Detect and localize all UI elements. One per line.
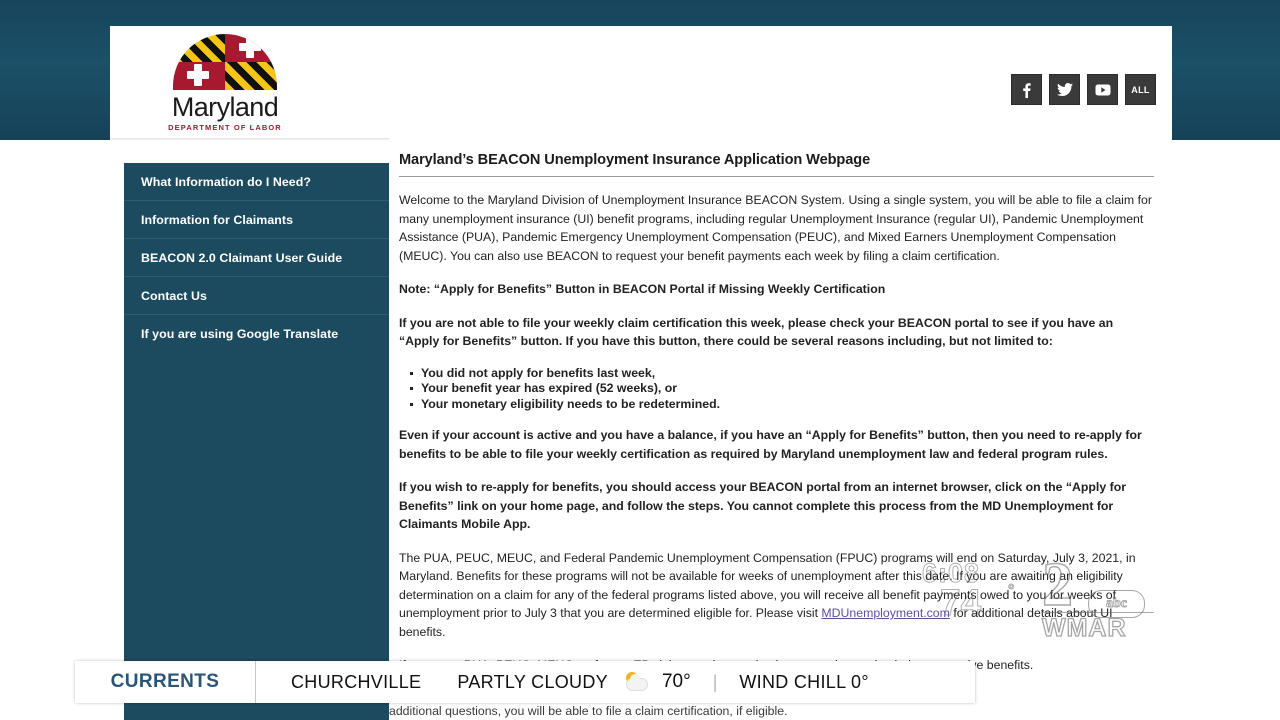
news-ticker: CURRENTS CHURCHVILLE PARTLY CLOUDY 70° |… [75, 661, 975, 703]
sidebar-item-label: Contact Us [141, 288, 207, 303]
webpage-container: Maryland DEPARTMENT OF LABOR ALL What In… [110, 26, 1172, 720]
ticker-brand-label: CURRENTS [75, 661, 256, 703]
reason-list: You did not apply for benefits last week… [399, 366, 1154, 413]
ticker-city: CHURCHVILLE [291, 671, 422, 692]
main-content: Maryland’s BEACON Unemployment Insurance… [389, 138, 1172, 720]
list-item: Your benefit year has expired (52 weeks)… [410, 381, 1154, 397]
sidebar-item-label: Information for Claimants [141, 212, 294, 227]
sidebar-item-beacon-user-guide[interactable]: BEACON 2.0 Claimant User Guide [124, 239, 389, 277]
ticker-separator: | [712, 671, 718, 692]
sidebar-item-label: If you are using Google Translate [141, 326, 339, 341]
ticker-condition: PARTLY CLOUDY [457, 671, 608, 692]
program-end-paragraph: The PUA, PEUC, MEUC, and Federal Pandemi… [399, 549, 1154, 642]
sidebar-item-information-for-claimants[interactable]: Information for Claimants [124, 201, 389, 239]
logo-wordmark: Maryland [171, 92, 279, 122]
sidebar-item-what-information[interactable]: What Information do I Need? [124, 163, 389, 201]
sidebar-item-google-translate[interactable]: If you are using Google Translate [124, 315, 389, 352]
sidebar-nav: What Information do I Need? Information … [124, 163, 389, 720]
flag-quadrant-bottom-right [225, 62, 277, 90]
maryland-flag-icon [173, 34, 277, 90]
note-body: If you are not able to file your weekly … [399, 315, 1114, 349]
mdunemployment-link[interactable]: MDUnemployment.com [821, 606, 949, 620]
ticker-weather-strip: CHURCHVILLE PARTLY CLOUDY 70° | WIND CHI… [256, 661, 975, 703]
botony-cross-icon [239, 36, 261, 58]
ticker-wind-chill: WIND CHILL 0° [739, 671, 869, 692]
broadcast-screen: Maryland DEPARTMENT OF LABOR ALL What In… [0, 0, 1280, 720]
youtube-icon[interactable] [1087, 74, 1118, 105]
sidebar-item-label: What Information do I Need? [141, 174, 311, 189]
flag-quadrant-top-left [173, 34, 225, 62]
ticker-temperature: 70° [661, 671, 691, 692]
partly-cloudy-icon [622, 671, 650, 693]
list-item: You did not apply for benefits last week… [410, 366, 1154, 382]
maryland-dol-logo[interactable]: Maryland DEPARTMENT OF LABOR [125, 34, 325, 132]
reapply-note-paragraph: Even if your account is active and you h… [399, 428, 1142, 461]
twitter-icon[interactable] [1049, 74, 1080, 105]
note-heading: Note: “Apply for Benefits” Button in BEA… [399, 282, 886, 296]
botony-cross-icon [187, 64, 209, 86]
title-divider [399, 176, 1154, 177]
sidebar-item-contact-us[interactable]: Contact Us [124, 277, 389, 315]
clipped-page-text: additional questions, you will be able t… [389, 704, 788, 718]
sidebar-item-label: BEACON 2.0 Claimant User Guide [141, 250, 343, 265]
reapply-steps-paragraph: If you wish to re-apply for benefits, yo… [399, 480, 1126, 531]
site-body: What Information do I Need? Information … [110, 138, 1172, 720]
page-title: Maryland’s BEACON Unemployment Insurance… [399, 152, 871, 168]
site-header: Maryland DEPARTMENT OF LABOR ALL [110, 26, 1172, 138]
logo-subtitle: DEPARTMENT OF LABOR [168, 123, 282, 132]
flag-quadrant-top-right [225, 34, 277, 62]
facebook-icon[interactable] [1011, 74, 1042, 105]
flag-quadrant-bottom-left [173, 62, 225, 90]
intro-paragraph: Welcome to the Maryland Division of Unem… [399, 193, 1152, 263]
list-item: Your monetary eligibility needs to be re… [410, 397, 1154, 413]
all-social-button[interactable]: ALL [1125, 74, 1156, 105]
social-links: ALL [1011, 74, 1156, 105]
